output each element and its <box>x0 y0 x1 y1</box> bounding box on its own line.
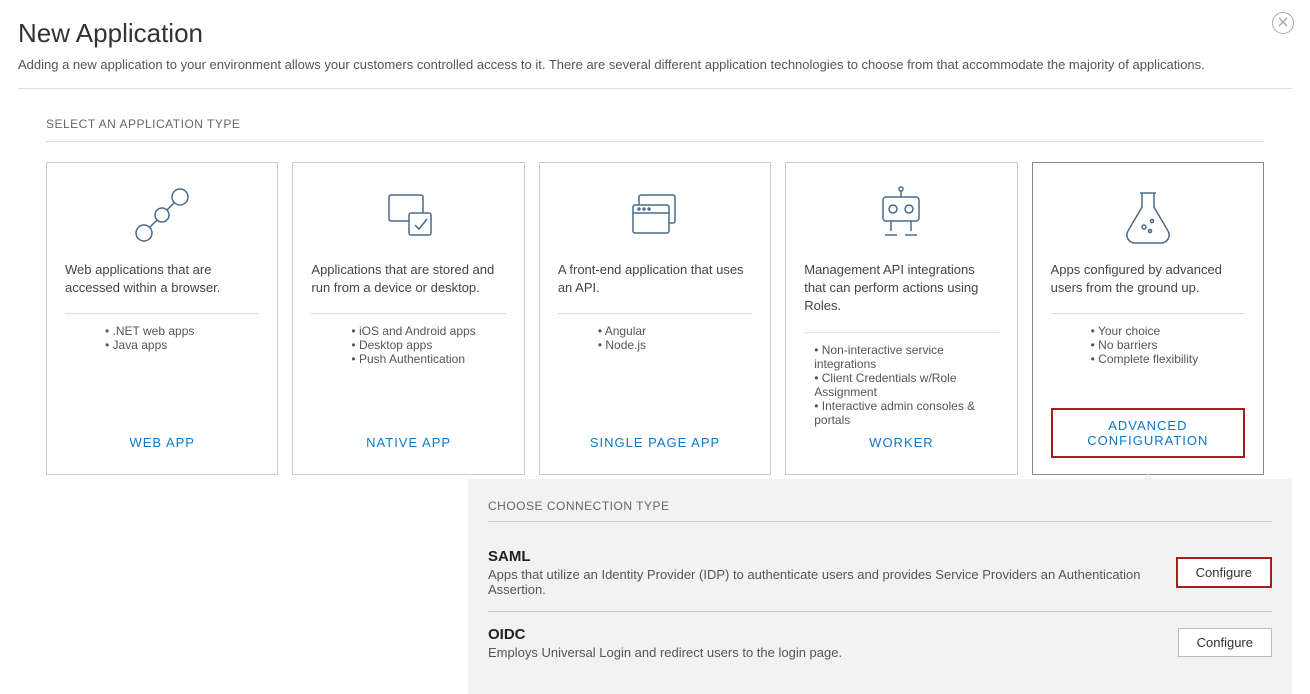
single-page-app-button[interactable]: SINGLE PAGE APP <box>576 427 734 458</box>
list-item: Desktop apps <box>351 338 505 352</box>
section-label: SELECT AN APPLICATION TYPE <box>0 89 1310 141</box>
card-desc: A front-end application that uses an API… <box>558 261 752 297</box>
list-item: Your choice <box>1091 324 1245 338</box>
configure-oidc-button[interactable]: Configure <box>1178 628 1272 657</box>
card-bullets: Non-interactive service integrations Cli… <box>804 343 998 427</box>
page-subtitle: Adding a new application to your environ… <box>18 57 1292 72</box>
card-worker[interactable]: Management API integrations that can per… <box>785 162 1017 475</box>
device-check-icon <box>379 185 439 245</box>
card-bullets: Your choice No barriers Complete flexibi… <box>1051 324 1245 407</box>
list-item: .NET web apps <box>105 324 259 338</box>
card-divider <box>1051 313 1245 314</box>
card-spa[interactable]: A front-end application that uses an API… <box>539 162 771 475</box>
flask-icon <box>1118 185 1178 245</box>
connection-panel: CHOOSE CONNECTION TYPE SAML Apps that ut… <box>468 479 1292 694</box>
card-divider <box>558 313 752 314</box>
connection-name: SAML <box>488 548 1176 565</box>
card-advanced[interactable]: Apps configured by advanced users from t… <box>1032 162 1264 475</box>
configure-saml-button[interactable]: Configure <box>1176 557 1272 588</box>
list-item: Non-interactive service integrations <box>814 343 998 371</box>
close-button[interactable] <box>1272 12 1294 34</box>
list-item: No barriers <box>1091 338 1245 352</box>
card-bullets: .NET web apps Java apps <box>65 324 259 426</box>
card-desc: Apps configured by advanced users from t… <box>1051 261 1245 297</box>
connection-divider <box>488 521 1272 522</box>
list-item: Complete flexibility <box>1091 352 1245 366</box>
native-app-button[interactable]: NATIVE APP <box>352 427 465 458</box>
list-item: Node.js <box>598 338 752 352</box>
advanced-configuration-button[interactable]: ADVANCED CONFIGURATION <box>1051 408 1245 458</box>
card-bullets: iOS and Android apps Desktop apps Push A… <box>311 324 505 426</box>
browser-windows-icon <box>625 185 685 245</box>
connection-row-divider <box>488 611 1272 612</box>
card-web-app[interactable]: Web applications that are accessed withi… <box>46 162 278 475</box>
list-item: Angular <box>598 324 752 338</box>
card-bullets: Angular Node.js <box>558 324 752 426</box>
connection-label: CHOOSE CONNECTION TYPE <box>488 499 1272 513</box>
list-item: Interactive admin consoles & portals <box>814 399 998 427</box>
card-native-app[interactable]: Applications that are stored and run fro… <box>292 162 524 475</box>
connection-desc: Apps that utilize an Identity Provider (… <box>488 567 1176 597</box>
list-item: iOS and Android apps <box>351 324 505 338</box>
network-icon <box>132 185 192 245</box>
card-divider <box>804 332 998 333</box>
close-icon <box>1278 14 1288 32</box>
card-desc: Management API integrations that can per… <box>804 261 998 316</box>
list-item: Push Authentication <box>351 352 505 366</box>
list-item: Client Credentials w/Role Assignment <box>814 371 998 399</box>
selected-arrow-icon <box>1138 474 1158 484</box>
card-divider <box>65 313 259 314</box>
card-row: Web applications that are accessed withi… <box>0 142 1310 475</box>
card-divider <box>311 313 505 314</box>
robot-icon <box>871 185 931 245</box>
list-item: Java apps <box>105 338 259 352</box>
page-title: New Application <box>18 18 1292 49</box>
card-desc: Applications that are stored and run fro… <box>311 261 505 297</box>
connection-name: OIDC <box>488 626 842 643</box>
connection-row-oidc: OIDC Employs Universal Login and redirec… <box>488 616 1272 670</box>
web-app-button[interactable]: WEB APP <box>115 427 209 458</box>
connection-row-saml: SAML Apps that utilize an Identity Provi… <box>488 538 1272 607</box>
worker-button[interactable]: WORKER <box>855 427 948 458</box>
connection-desc: Employs Universal Login and redirect use… <box>488 645 842 660</box>
card-desc: Web applications that are accessed withi… <box>65 261 259 297</box>
